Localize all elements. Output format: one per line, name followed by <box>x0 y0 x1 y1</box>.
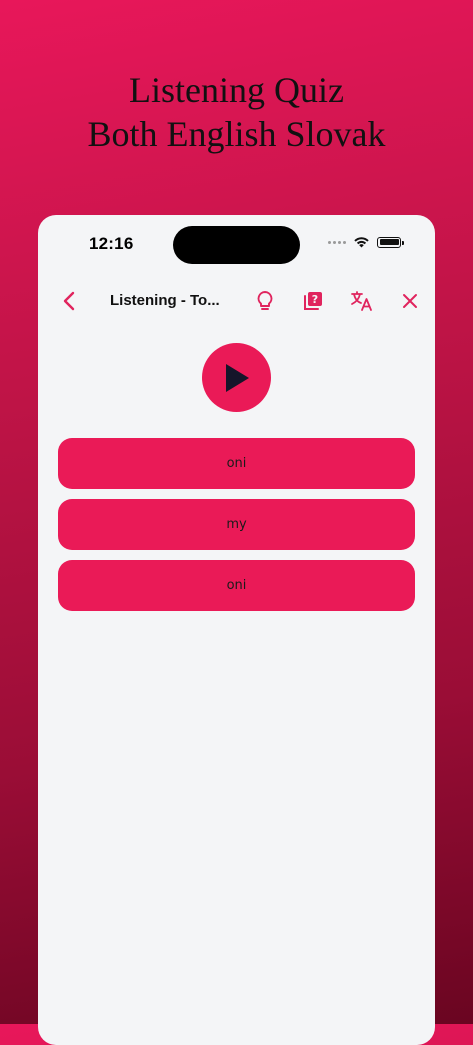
answer-option-1[interactable]: oni <box>58 438 415 489</box>
status-time: 12:16 <box>89 234 134 253</box>
lightbulb-icon <box>257 291 273 310</box>
battery-icon <box>377 236 404 248</box>
svg-text:?: ? <box>312 293 318 306</box>
phone-screen: 12:16 Listening - To... ? oni my oni <box>38 215 435 1045</box>
close-button[interactable] <box>396 287 424 315</box>
status-icons <box>328 236 404 248</box>
page-title: Listening - To... <box>110 292 220 309</box>
answer-option-2[interactable]: my <box>58 499 415 550</box>
wifi-icon <box>354 237 369 248</box>
dynamic-island <box>173 226 300 264</box>
promo-title-line-2: Both English Slovak <box>87 114 386 154</box>
answer-option-3[interactable]: oni <box>58 560 415 611</box>
play-audio-button[interactable] <box>202 343 271 412</box>
translate-icon <box>351 291 372 311</box>
promo-title-line-1: Listening Quiz <box>129 70 344 110</box>
promo-title: Listening Quiz Both English Slovak <box>0 68 473 156</box>
hint-button[interactable] <box>251 287 279 315</box>
flashcards-button[interactable]: ? <box>299 287 327 315</box>
signal-icon <box>328 240 346 244</box>
nav-bar: Listening - To... ? <box>38 285 435 317</box>
play-icon <box>225 363 249 392</box>
back-chevron-icon <box>63 291 75 311</box>
close-icon <box>403 294 417 308</box>
back-button[interactable] <box>56 287 82 315</box>
question-cards-icon: ? <box>304 292 322 310</box>
answer-list: oni my oni <box>58 438 415 621</box>
translate-button[interactable] <box>348 287 376 315</box>
